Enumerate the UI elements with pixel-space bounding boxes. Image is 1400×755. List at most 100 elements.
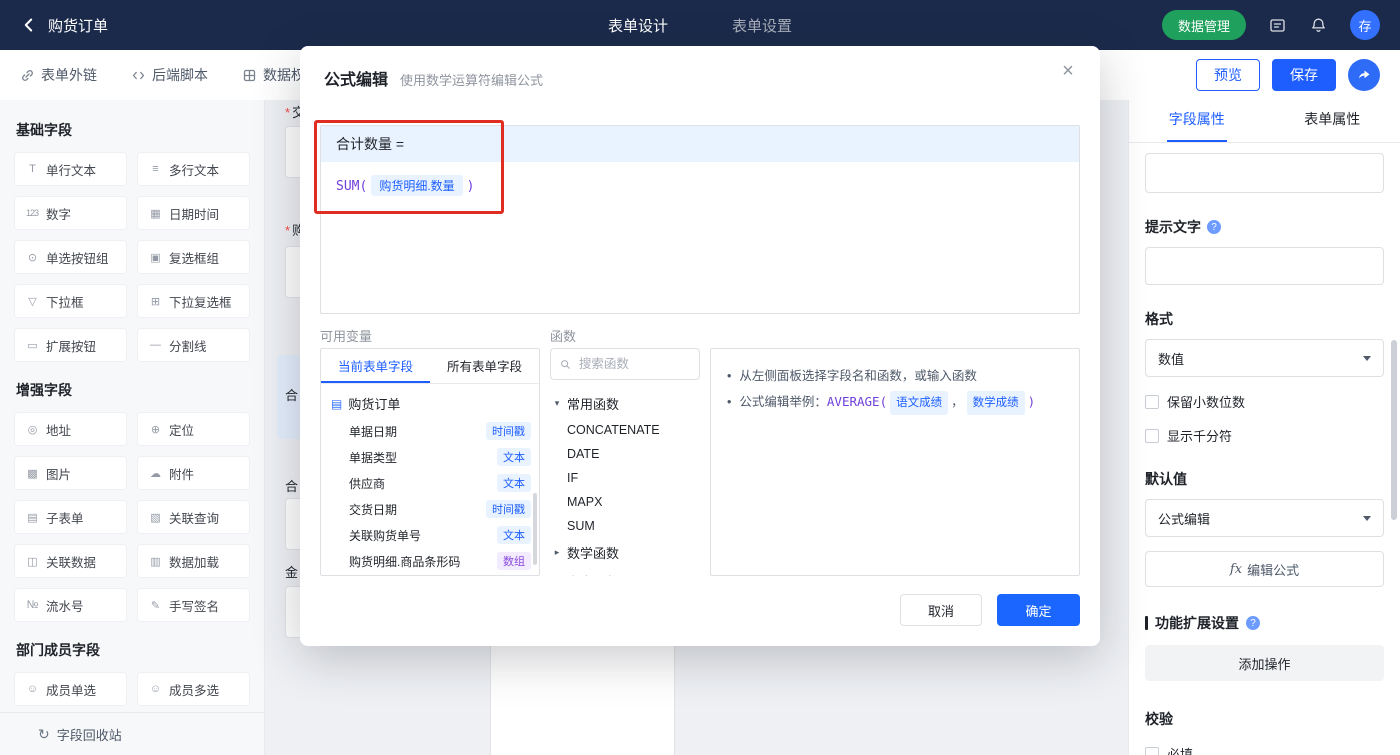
tab-form-settings[interactable]: 表单设置 [732,15,792,36]
field-item-divider[interactable]: — 分割线 [137,328,250,362]
variable-row[interactable]: 单据类型 文本 [321,444,539,470]
variable-row[interactable]: 关联购货单号 文本 [321,522,539,548]
variable-row[interactable]: 单据日期 时间戳 [321,418,539,444]
function-group-common[interactable]: 常用函数 [550,389,700,418]
available-variables-label: 可用变量 [320,329,373,344]
help-icon[interactable] [1246,616,1260,630]
workbench-icon[interactable] [1268,16,1287,35]
linked-data-icon: ◫ [27,555,37,568]
variable-row[interactable]: 供应商 文本 [321,470,539,496]
scrollbar-thumb[interactable] [1391,340,1397,520]
tab-form-properties[interactable]: 表单属性 [1265,100,1400,142]
recycle-icon [38,726,50,743]
variable-row[interactable]: 购货明细.商品条形码 数组 [321,548,539,574]
function-item[interactable]: SUM [550,514,700,538]
function-search-input[interactable] [576,356,690,372]
field-library-sidebar: 基础字段 T 单行文本 ≡ 多行文本 123 数字 ▦ 日期时间 ⊙ 单选按钮组 ▣ 复选框… [0,100,265,755]
bullet-icon [727,395,739,409]
field-item-extend-button[interactable]: ▭ 扩展按钮 [14,328,127,362]
form-external-link-button[interactable]: 表单外链 [20,65,97,85]
page-title: 购货订单 [48,17,109,35]
field-item-address[interactable]: ◎ 地址 [14,412,127,446]
notification-bell-icon[interactable] [1309,16,1328,35]
tab-all-form-fields[interactable]: 所有表单字段 [430,349,539,383]
section-title-member-fields: 部门成员字段 [16,642,100,658]
cancel-button[interactable]: 取消 [900,594,982,626]
field-item-location[interactable]: ⊕ 定位 [137,412,250,446]
variable-row[interactable]: 交货日期 时间戳 [321,496,539,522]
formula-function-name: SUM( [336,179,368,194]
tip-text: 从左侧面板选择字段名和函数，或输入函数 [739,369,977,383]
type-badge: 时间戳 [486,422,531,440]
option-thousand-separator[interactable]: 显示千分符 [1145,426,1384,445]
option-keep-decimals[interactable]: 保留小数位数 [1145,392,1384,411]
formula-editor-area[interactable]: 合计数量 = SUM(购货明细.数量) [320,125,1080,314]
help-icon[interactable] [1207,220,1221,234]
formula-expression[interactable]: SUM(购货明细.数量) [321,162,1079,209]
checkbox-unchecked-icon[interactable] [1145,394,1159,409]
field-item-multi-line-text[interactable]: ≡ 多行文本 [137,152,250,186]
section-title-basic-fields: 基础字段 [16,122,72,138]
share-button[interactable] [1348,59,1380,91]
validation-title: 校验 [1145,711,1173,727]
field-recycle-bin[interactable]: 字段回收站 [0,712,264,755]
field-item-single-line-text[interactable]: T 单行文本 [14,152,127,186]
function-item[interactable]: IF [550,466,700,490]
type-badge: 时间戳 [486,500,531,518]
field-item-multi-select[interactable]: ⊞ 下拉复选框 [137,284,250,318]
tab-form-design[interactable]: 表单设计 [608,15,668,36]
field-item-image[interactable]: ▩ 图片 [14,456,127,490]
field-chip[interactable]: 购货明细.数量 [371,175,463,196]
hint-text-input[interactable] [1145,247,1384,285]
extension-settings-title: 功能扩展设置 [1155,615,1239,631]
field-title-input[interactable] [1145,153,1384,193]
field-item-subform[interactable]: ▤ 子表单 [14,500,127,534]
field-item-linked-data[interactable]: ◫ 关联数据 [14,544,127,578]
back-icon[interactable] [20,16,38,34]
share-arrow-icon [1359,70,1370,79]
field-item-linked-query[interactable]: ▧ 关联查询 [137,500,250,534]
chevron-down-icon [1363,515,1371,521]
checkbox-unchecked-icon[interactable] [1145,428,1159,443]
option-required[interactable]: 必填 [1145,744,1384,755]
dropdown-icon: ▽ [28,295,36,308]
variable-tree-root[interactable]: 购货订单 [321,389,539,418]
field-item-checkbox-group[interactable]: ▣ 复选框组 [137,240,250,274]
pen-icon: ✎ [150,599,160,612]
add-action-button[interactable]: 添加操作 [1145,645,1384,681]
field-item-member-multi[interactable]: ☺ 成员多选 [137,672,250,706]
field-item-member-single[interactable]: ☺ 成员单选 [14,672,127,706]
field-item-attachment[interactable]: ☁ 附件 [137,456,250,490]
tab-field-properties[interactable]: 字段属性 [1129,100,1265,142]
example-field-chip: 语文成绩 [890,391,949,415]
data-manage-button[interactable]: 数据管理 [1161,10,1246,40]
field-item-signature[interactable]: ✎ 手写签名 [137,588,250,622]
format-select[interactable]: 数值 [1145,339,1384,377]
close-icon[interactable] [1056,60,1080,83]
data-permission-button[interactable]: 数据权 [242,65,305,85]
function-group-math[interactable]: 数学函数 [550,538,700,567]
field-item-data-load[interactable]: ▥ 数据加载 [137,544,250,578]
preview-button[interactable]: 预览 [1196,59,1260,91]
edit-formula-button[interactable]: fx 编辑公式 [1145,551,1384,587]
canvas-field-label: 合 [285,388,299,403]
field-item-number[interactable]: 123 数字 [14,196,127,230]
scrollbar-thumb[interactable] [533,493,537,565]
save-button[interactable]: 保存 [1272,59,1336,91]
function-search-box[interactable] [550,348,700,380]
function-item[interactable]: CONCATENATE [550,418,700,442]
tab-current-form-fields[interactable]: 当前表单字段 [321,349,430,383]
avatar[interactable]: 存 [1350,10,1380,40]
link-icon [22,69,33,81]
function-item[interactable]: MAPX [550,490,700,514]
field-item-select[interactable]: ▽ 下拉框 [14,284,127,318]
backend-script-button[interactable]: 后端脚本 [131,65,208,85]
function-item[interactable]: DATE [550,442,700,466]
function-group-text[interactable]: 文本函数 [550,567,700,576]
field-item-radio-group[interactable]: ⊙ 单选按钮组 [14,240,127,274]
default-value-select[interactable]: 公式编辑 [1145,499,1384,537]
checkbox-unchecked-icon[interactable] [1145,746,1159,755]
field-item-serial-number[interactable]: № 流水号 [14,588,127,622]
field-item-datetime[interactable]: ▦ 日期时间 [137,196,250,230]
confirm-button[interactable]: 确定 [997,594,1080,626]
